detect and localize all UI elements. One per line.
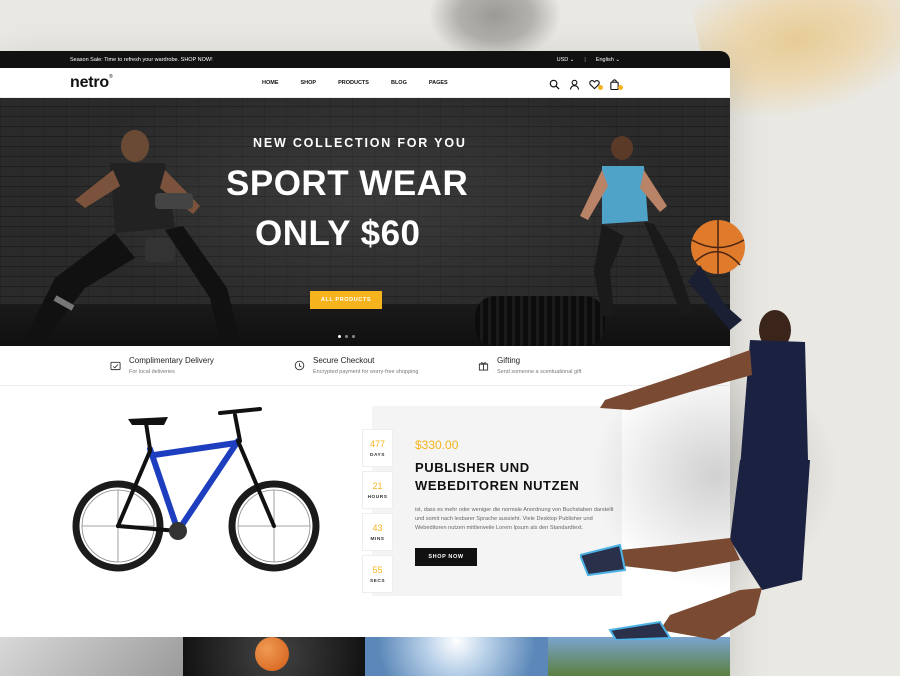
hero-headline-line1: SPORT WEAR	[226, 164, 469, 203]
user-icon[interactable]	[569, 77, 580, 90]
logo[interactable]: netro®	[70, 74, 113, 92]
nav-item-products[interactable]: PRODUCTS	[338, 80, 369, 86]
gallery-tile[interactable]	[365, 637, 548, 676]
nav-menu: HOME SHOP PRODUCTS BLOG PAGES	[262, 80, 448, 86]
feature-secure-checkout: Secure Checkout Encrypted payment for wo…	[294, 356, 478, 375]
product-price: $330.00	[415, 438, 459, 452]
bag-icon[interactable]	[609, 77, 623, 91]
divider: |	[584, 56, 586, 63]
announcement-text[interactable]: Season Sale: Time to refresh your wardro…	[70, 57, 213, 63]
slider-dot[interactable]	[338, 335, 341, 338]
slider-dots	[338, 335, 355, 338]
gallery-tile[interactable]	[547, 637, 730, 676]
slider-dot[interactable]	[345, 335, 348, 338]
heart-icon[interactable]	[589, 77, 603, 90]
hero-eyebrow: NEW COLLECTION FOR YOU	[253, 136, 467, 150]
basketball-player-image	[580, 220, 810, 640]
feature-title: Gifting	[497, 356, 521, 365]
bicycle-image[interactable]	[70, 401, 335, 586]
delivery-icon	[110, 361, 121, 371]
male-athlete-image	[25, 130, 240, 340]
secure-icon	[294, 360, 305, 371]
image-strip	[0, 637, 730, 676]
language-select[interactable]: English ⌄	[596, 57, 620, 63]
wishlist-badge	[598, 85, 603, 90]
header-actions	[549, 77, 623, 91]
basketball-image	[254, 637, 289, 671]
currency-select[interactable]: USD ⌄	[557, 57, 575, 63]
nav-item-home[interactable]: HOME	[262, 80, 279, 86]
feature-subtitle: For local deliveries	[129, 369, 175, 375]
countdown-mins: 43 MINS	[362, 513, 393, 551]
countdown-days: 477 DAYS	[362, 429, 393, 467]
feature-subtitle: Send someone a scentuational gift	[497, 369, 582, 375]
all-products-button[interactable]: ALL PRODUCTS	[310, 291, 382, 309]
countdown-hours: 21 HOURS	[362, 471, 393, 509]
slider-dot[interactable]	[352, 335, 355, 338]
announcement-bar: Season Sale: Time to refresh your wardro…	[0, 51, 730, 68]
nav-item-pages[interactable]: PAGES	[429, 80, 448, 86]
nav-item-blog[interactable]: BLOG	[391, 80, 407, 86]
gallery-tile[interactable]	[0, 637, 183, 676]
feature-title: Secure Checkout	[313, 356, 375, 365]
countdown-timer: 477 DAYS 21 HOURS 43 MINS 55 SECS	[362, 429, 393, 593]
search-icon[interactable]	[549, 77, 560, 90]
feature-subtitle: Encrypted payment for worry-free shoppin…	[313, 369, 419, 375]
hero-headline-line2: ONLY $60	[255, 214, 421, 253]
product-title[interactable]: PUBLISHER UND WEBEDITOREN NUTZEN	[415, 459, 605, 495]
cart-badge	[618, 85, 623, 90]
feature-title: Complimentary Delivery	[129, 356, 214, 365]
feature-delivery: Complimentary Delivery For local deliver…	[110, 356, 294, 375]
gallery-tile[interactable]	[182, 637, 365, 676]
gift-icon	[478, 362, 489, 371]
main-nav: netro® HOME SHOP PRODUCTS BLOG PAGES	[0, 68, 730, 98]
nav-item-shop[interactable]: SHOP	[301, 80, 317, 86]
shop-now-button[interactable]: SHOP NOW	[415, 548, 477, 566]
countdown-secs: 55 SECS	[362, 555, 393, 593]
